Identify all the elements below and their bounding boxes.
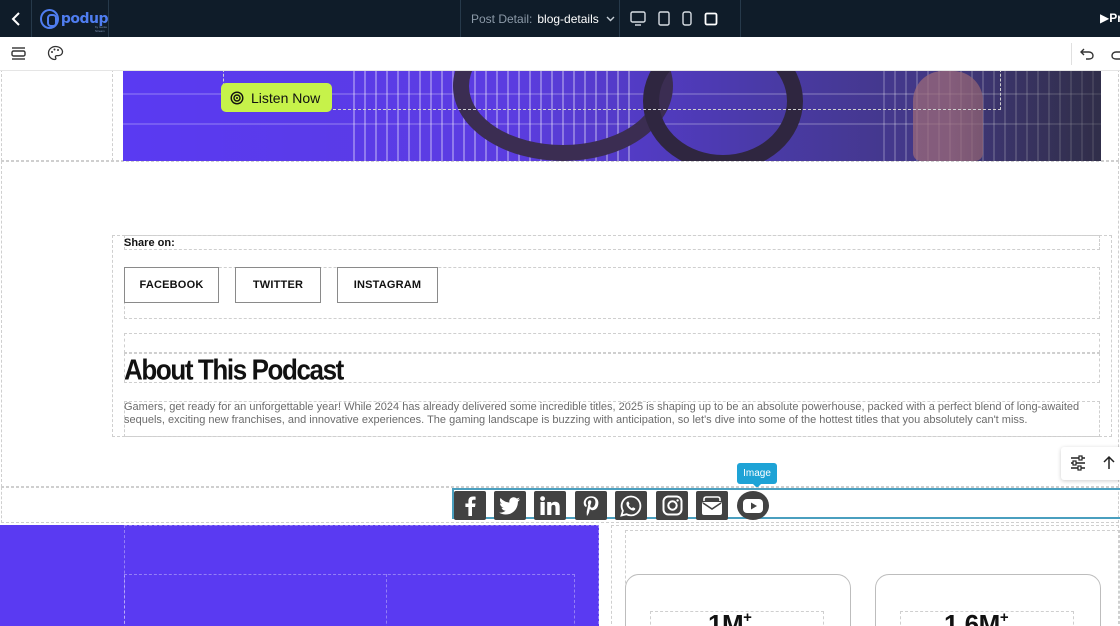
- editor-toolbar: [0, 37, 1120, 71]
- tablet-view-button[interactable]: [658, 11, 670, 26]
- page-selector-value: blog-details: [537, 11, 599, 26]
- palette-icon: [47, 45, 64, 61]
- social-icons-image[interactable]: [452, 488, 1120, 520]
- desktop-view-button[interactable]: [630, 11, 646, 26]
- hero-content-outline: [223, 71, 1001, 110]
- podcast-icon: [230, 90, 244, 105]
- whatsapp-icon[interactable]: [615, 491, 647, 520]
- desktop-icon: [630, 11, 646, 26]
- back-button[interactable]: [0, 0, 32, 37]
- instagram-icon[interactable]: [656, 491, 688, 520]
- theme-button[interactable]: [47, 45, 64, 61]
- stat-value: 1.6M+: [944, 609, 1009, 626]
- layers-button[interactable]: [10, 45, 27, 61]
- email-icon[interactable]: [696, 491, 728, 520]
- stat-card: 1M+: [625, 574, 851, 626]
- about-podcast-heading: About This Podcast: [124, 353, 344, 386]
- play-icon: ▶: [1100, 11, 1110, 25]
- preview-button[interactable]: ▶Pr: [1100, 11, 1120, 25]
- element-settings-button[interactable]: [1070, 455, 1086, 471]
- stat-value: 1M+: [708, 609, 752, 626]
- move-up-button[interactable]: [1103, 455, 1115, 470]
- tablet-icon: [658, 11, 670, 26]
- stat-card: 1.6M+: [875, 574, 1101, 626]
- preview-label: Pr: [1109, 11, 1120, 25]
- undo-icon: [1080, 48, 1094, 60]
- undo-button[interactable]: [1079, 45, 1095, 61]
- redo-icon: [1111, 51, 1120, 60]
- arrow-up-icon: [1103, 455, 1115, 469]
- selected-element-tag: Image: [737, 463, 777, 488]
- redo-button[interactable]: [1110, 45, 1120, 61]
- chevron-left-icon: [11, 11, 20, 26]
- pinterest-icon[interactable]: [575, 491, 607, 520]
- about-podcast-text: Gamers, get ready for an unforgettable y…: [124, 401, 1080, 426]
- share-label: Share on:: [124, 237, 175, 249]
- toolbar-divider: [1071, 43, 1072, 65]
- mobile-view-button[interactable]: [682, 11, 692, 26]
- share-twitter-button[interactable]: TWITTER: [235, 267, 321, 303]
- stats-left-inner-outline: [124, 574, 575, 626]
- share-label-outline: [124, 235, 1100, 250]
- editor-top-bar: podup by Genie Stream Post Detail: blog-…: [0, 0, 1120, 37]
- stats-left-column-guide: [386, 574, 387, 626]
- share-facebook-button[interactable]: FACEBOOK: [124, 267, 219, 303]
- device-switcher: [621, 0, 741, 37]
- youtube-icon[interactable]: [737, 491, 769, 520]
- chevron-down-icon: [606, 16, 615, 21]
- listen-now-label: Listen Now: [251, 89, 321, 106]
- linkedin-icon[interactable]: [534, 491, 566, 520]
- microphone-logo-icon: [40, 8, 59, 29]
- share-instagram-button[interactable]: INSTAGRAM: [337, 267, 438, 303]
- app-logo[interactable]: podup by Genie Stream: [33, 0, 109, 37]
- element-tools: [1061, 447, 1120, 480]
- listen-now-button[interactable]: Listen Now: [221, 83, 332, 112]
- layers-icon: [11, 47, 26, 60]
- column-guide: [112, 71, 113, 161]
- page-canvas: Listen Now Share on: FACEBOOK TWITTER IN…: [0, 71, 1120, 626]
- page-selector[interactable]: Post Detail: blog-details: [460, 0, 620, 37]
- facebook-icon[interactable]: [454, 491, 486, 520]
- logo-subtitle: by Genie Stream: [95, 25, 108, 33]
- sliders-icon: [1071, 455, 1085, 471]
- square-icon: [704, 12, 718, 25]
- page-selector-label: Post Detail:: [471, 11, 533, 26]
- spacer-outline: [124, 333, 1100, 353]
- fullscreen-view-button[interactable]: [704, 12, 718, 26]
- twitter-icon[interactable]: [494, 491, 526, 520]
- mobile-icon: [682, 11, 692, 26]
